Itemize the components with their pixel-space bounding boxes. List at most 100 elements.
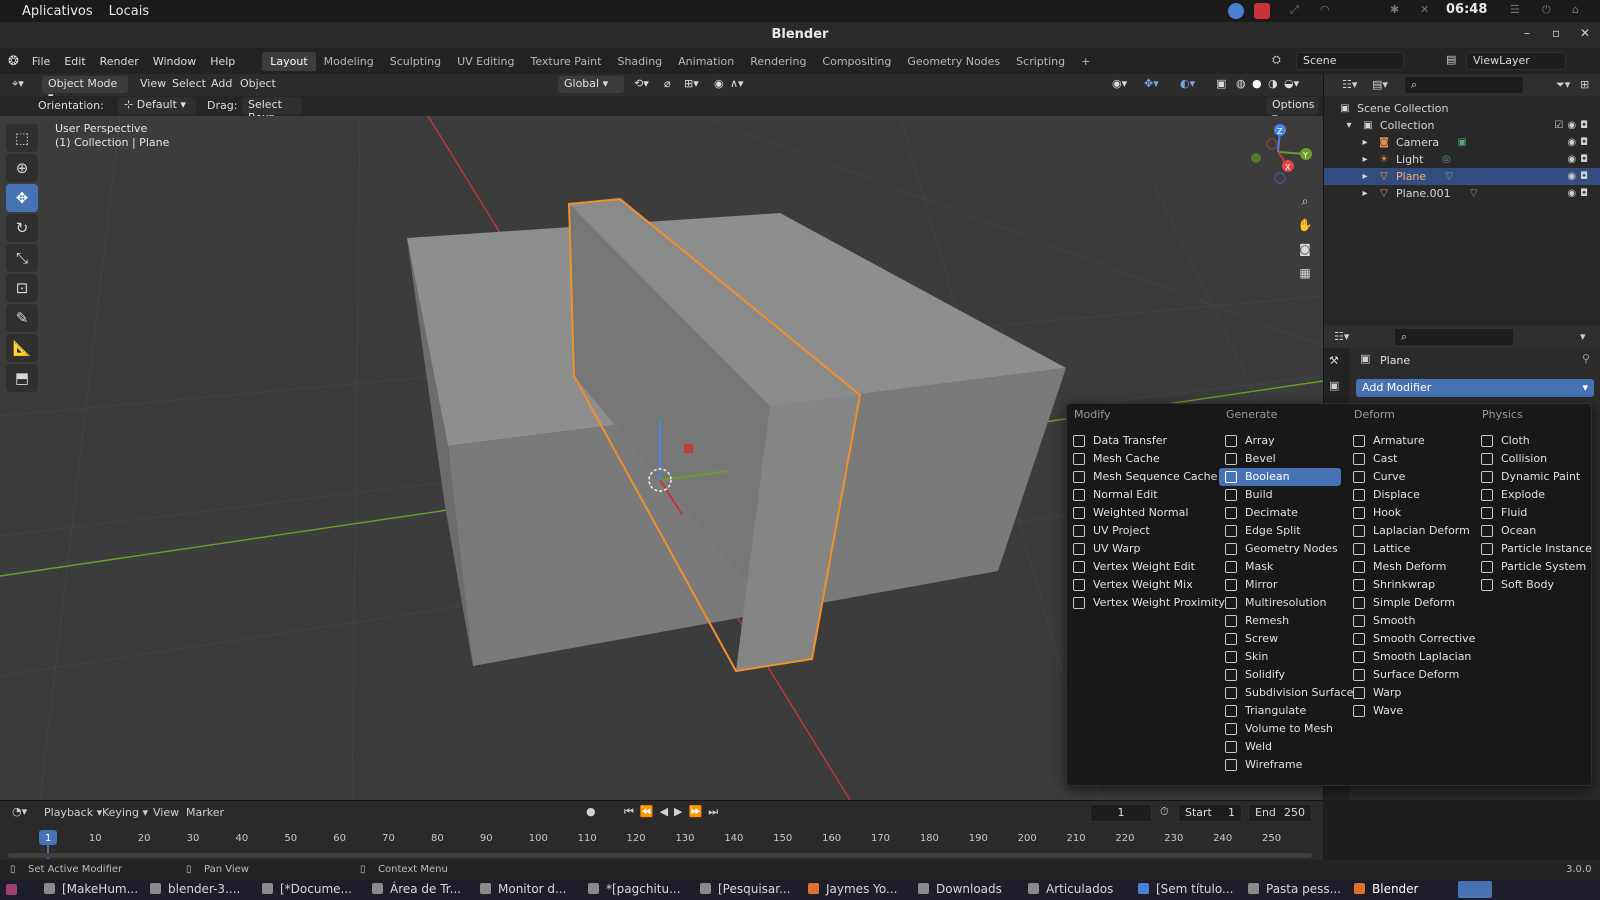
plane-data-icon[interactable]: ▽	[1442, 171, 1456, 183]
modifier-laplacian-deform[interactable]: Laplacian Deform	[1347, 522, 1470, 540]
end-frame-field[interactable]: End 250	[1248, 804, 1312, 822]
tab-layout[interactable]: Layout	[262, 51, 316, 71]
app-tray-icon[interactable]	[1254, 3, 1270, 19]
filter-icon[interactable]: ⏷▾	[1556, 78, 1570, 92]
start-frame-field[interactable]: Start 1	[1178, 804, 1242, 822]
modifier-vertex-weight-mix[interactable]: Vertex Weight Mix	[1067, 576, 1193, 594]
pan-hand-icon[interactable]: ✋	[1294, 214, 1316, 236]
outliner-row-scene-collection[interactable]: ▣ Scene Collection	[1324, 100, 1600, 117]
wifi-icon[interactable]: ◠	[1320, 3, 1336, 19]
modifier-dynamic-paint[interactable]: Dynamic Paint	[1475, 468, 1587, 486]
taskbar-item-7[interactable]: [Pesquisar...	[700, 882, 791, 896]
light-data-icon[interactable]: ◎	[1439, 154, 1453, 166]
modifier-array[interactable]: Array	[1219, 432, 1341, 450]
timeline-menu-playback[interactable]: Playback ▾	[44, 806, 102, 819]
mode-dropdown[interactable]: Object Mode ▾	[42, 76, 128, 103]
modifier-particle-instance[interactable]: Particle Instance	[1475, 540, 1592, 558]
taskbar-item-5[interactable]: Monitor d...	[480, 882, 567, 896]
timeline-editor-icon[interactable]: ◔▾	[12, 805, 27, 818]
modifier-solidify[interactable]: Solidify	[1219, 666, 1341, 684]
modifier-lattice[interactable]: Lattice	[1347, 540, 1469, 558]
display-mode-icon[interactable]: ▤▾	[1372, 78, 1388, 91]
modifier-cast[interactable]: Cast	[1347, 450, 1469, 468]
tray-icon-b[interactable]: ✱	[1390, 3, 1406, 19]
tool-tab-icon[interactable]: ⚒	[1324, 348, 1350, 373]
tray-icon-d[interactable]: ☰	[1510, 3, 1526, 19]
tab-shading[interactable]: Shading	[609, 52, 670, 71]
menu-window[interactable]: Window	[146, 55, 203, 68]
power-icon[interactable]: ⏻	[1542, 3, 1558, 19]
options-dropdown[interactable]: Options ▾	[1266, 97, 1318, 124]
modifier-data-transfer[interactable]: Data Transfer	[1067, 432, 1189, 450]
modifier-explode[interactable]: Explode	[1475, 486, 1587, 504]
snap-target-icon[interactable]: ⊞▾	[684, 77, 699, 90]
timeline-menu-marker[interactable]: Marker	[186, 806, 224, 819]
add-cube-tool-icon[interactable]: ⬒	[6, 364, 38, 392]
render-tab-icon[interactable]: ▣	[1324, 373, 1350, 398]
pivot-icon[interactable]: ⟲▾	[634, 77, 649, 90]
visibility-icon[interactable]: ◉▾	[1112, 77, 1127, 90]
taskbar-item-8[interactable]: Jaymes Yo...	[808, 882, 897, 896]
tab-animation[interactable]: Animation	[670, 52, 742, 71]
properties-editor-icon[interactable]: ☷▾	[1334, 330, 1349, 343]
ortho-grid-icon[interactable]: ▦	[1294, 262, 1316, 284]
modifier-decimate[interactable]: Decimate	[1219, 504, 1341, 522]
modifier-mask[interactable]: Mask	[1219, 558, 1341, 576]
editor-type-icon[interactable]: ⌖▾	[12, 77, 24, 91]
modifier-collision[interactable]: Collision	[1475, 450, 1587, 468]
overlay-toggle-icon[interactable]: ◐▾	[1180, 77, 1195, 90]
viewport-menu-add[interactable]: Add	[211, 77, 232, 90]
modifier-volume-to-mesh[interactable]: Volume to Mesh	[1219, 720, 1341, 738]
playback-controls-icons[interactable]: ⏮⏪◀▶⏩⏭	[624, 805, 724, 819]
xray-icon[interactable]: ▣	[1216, 77, 1226, 90]
modifier-uv-project[interactable]: UV Project	[1067, 522, 1189, 540]
modifier-edge-split[interactable]: Edge Split	[1219, 522, 1341, 540]
zoom-icon[interactable]: ⌕	[1294, 190, 1316, 212]
modifier-vertex-weight-proximity[interactable]: Vertex Weight Proximity	[1067, 594, 1225, 612]
os-menu-applications[interactable]: Aplicativos	[22, 4, 93, 19]
modifier-triangulate[interactable]: Triangulate	[1219, 702, 1341, 720]
taskbar-item-6[interactable]: *[pagchitu...	[588, 882, 681, 896]
navigation-gizmo[interactable]: Z Y X	[1240, 120, 1320, 190]
modifier-warp[interactable]: Warp	[1347, 684, 1469, 702]
workspace-switcher[interactable]	[1458, 881, 1492, 898]
add-modifier-button[interactable]: Add Modifier ▾	[1356, 379, 1594, 397]
collection-expand-icon[interactable]: ▾	[1342, 120, 1356, 132]
clock-frame-icon[interactable]: ⏱	[1160, 805, 1169, 819]
taskbar-item-11[interactable]: [Sem título...	[1138, 882, 1233, 896]
modifier-soft-body[interactable]: Soft Body	[1475, 576, 1587, 594]
plane-001-data-icon[interactable]: ▽	[1467, 188, 1481, 200]
menu-edit[interactable]: Edit	[57, 55, 92, 68]
proportional-edit-icon[interactable]: ◉	[714, 77, 724, 90]
light-visibility-icons[interactable]: ◉◘	[1567, 154, 1592, 165]
modifier-shrinkwrap[interactable]: Shrinkwrap	[1347, 576, 1469, 594]
material-shading-icon[interactable]: ◑	[1268, 77, 1278, 90]
gizmo-toggle-icon[interactable]: ✥▾	[1144, 77, 1159, 90]
tab-texture-paint[interactable]: Texture Paint	[522, 52, 609, 71]
camera-view-icon[interactable]: ◙	[1294, 238, 1316, 260]
modifier-build[interactable]: Build	[1219, 486, 1341, 504]
solid-shading-icon[interactable]: ●	[1252, 77, 1262, 90]
menu-render[interactable]: Render	[93, 55, 146, 68]
modifier-weld[interactable]: Weld	[1219, 738, 1341, 756]
move-tool-icon[interactable]: ✥	[6, 184, 38, 212]
outliner-row-plane[interactable]: ▸ ▽ Plane ▽ ◉◘	[1324, 168, 1600, 185]
outliner-search-input[interactable]: ⌕	[1404, 76, 1524, 94]
scale-tool-icon[interactable]: ⤡	[6, 244, 38, 272]
os-menu-places[interactable]: Locais	[109, 4, 149, 19]
viewport-menu-view[interactable]: View	[140, 77, 166, 90]
modifier-smooth-corrective[interactable]: Smooth Corrective	[1347, 630, 1475, 648]
taskbar-item-blender[interactable]: Blender	[1354, 882, 1419, 896]
tab-geometry-nodes[interactable]: Geometry Nodes	[899, 52, 1008, 71]
modifier-particle-system[interactable]: Particle System	[1475, 558, 1587, 576]
modifier-surface-deform[interactable]: Surface Deform	[1347, 666, 1469, 684]
tab-sculpting[interactable]: Sculpting	[382, 52, 449, 71]
modifier-geometry-nodes[interactable]: Geometry Nodes	[1219, 540, 1341, 558]
modifier-vertex-weight-edit[interactable]: Vertex Weight Edit	[1067, 558, 1195, 576]
camera-data-icon[interactable]: ▣	[1455, 137, 1469, 149]
transform-orientation-dropdown[interactable]: Global ▾	[558, 76, 624, 93]
viewlayer-selector[interactable]: ViewLayer	[1466, 52, 1566, 70]
taskbar-item-10[interactable]: Articulados	[1028, 882, 1113, 896]
annotate-tool-icon[interactable]: ✎	[6, 304, 38, 332]
current-frame-field[interactable]: 1	[1090, 804, 1152, 822]
